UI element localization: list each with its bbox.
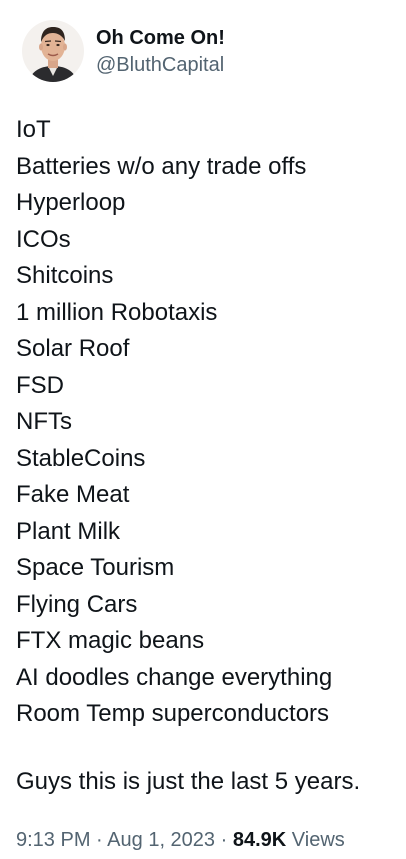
tweet-line: NFTs bbox=[16, 408, 72, 435]
tweet-line: Flying Cars bbox=[16, 590, 138, 618]
tweet-line: Room Temp superconductors bbox=[16, 700, 330, 727]
tweet-line: Hyperloop bbox=[16, 189, 126, 216]
tweet-line: Plant Milk bbox=[16, 517, 121, 545]
tweet-line: Shitcoins bbox=[16, 262, 114, 289]
tweet-line: FTX magic beans bbox=[16, 627, 205, 654]
tweet-line: Batteries w/o any trade offs bbox=[16, 152, 307, 180]
tweet-text: IoT Batteries w/o any trade offs Hyperloop… bbox=[16, 112, 396, 733]
views-count: 84.9K bbox=[232, 829, 287, 851]
author-display-name[interactable]: Oh Come On! bbox=[96, 26, 225, 50]
tweet-line: AI doodles change everything bbox=[16, 663, 333, 691]
meta-separator: · bbox=[220, 829, 228, 851]
tweet-line: Fake Meat bbox=[16, 481, 130, 508]
avatar[interactable] bbox=[22, 20, 84, 82]
tweet-time[interactable]: 9:13 PM bbox=[16, 829, 90, 851]
man-portrait-avatar-icon bbox=[22, 20, 84, 82]
tweet-date[interactable]: Aug 1, 2023 bbox=[107, 829, 215, 851]
tweet-line: IoT bbox=[16, 116, 51, 143]
tweet-line: 1 million Robotaxis bbox=[16, 298, 218, 326]
tweet-line: FSD bbox=[16, 371, 64, 399]
tweet-line: ICOs bbox=[16, 225, 71, 253]
tweet-header: Oh Come On! @BluthCapital bbox=[22, 20, 225, 82]
meta-separator: · bbox=[96, 829, 103, 851]
tweet-line: Space Tourism bbox=[16, 554, 175, 581]
views-label: Views bbox=[291, 829, 345, 851]
author-names: Oh Come On! @BluthCapital bbox=[96, 26, 225, 78]
tweet-line: Solar Roof bbox=[16, 335, 130, 362]
tweet-closing-line: Guys this is just the last 5 years. bbox=[16, 768, 361, 795]
tweet-meta: 9:13 PM · Aug 1, 2023 · 84.9K Views bbox=[16, 826, 345, 854]
tweet-line: StableCoins bbox=[16, 444, 146, 472]
author-handle[interactable]: @BluthCapital bbox=[96, 52, 225, 78]
